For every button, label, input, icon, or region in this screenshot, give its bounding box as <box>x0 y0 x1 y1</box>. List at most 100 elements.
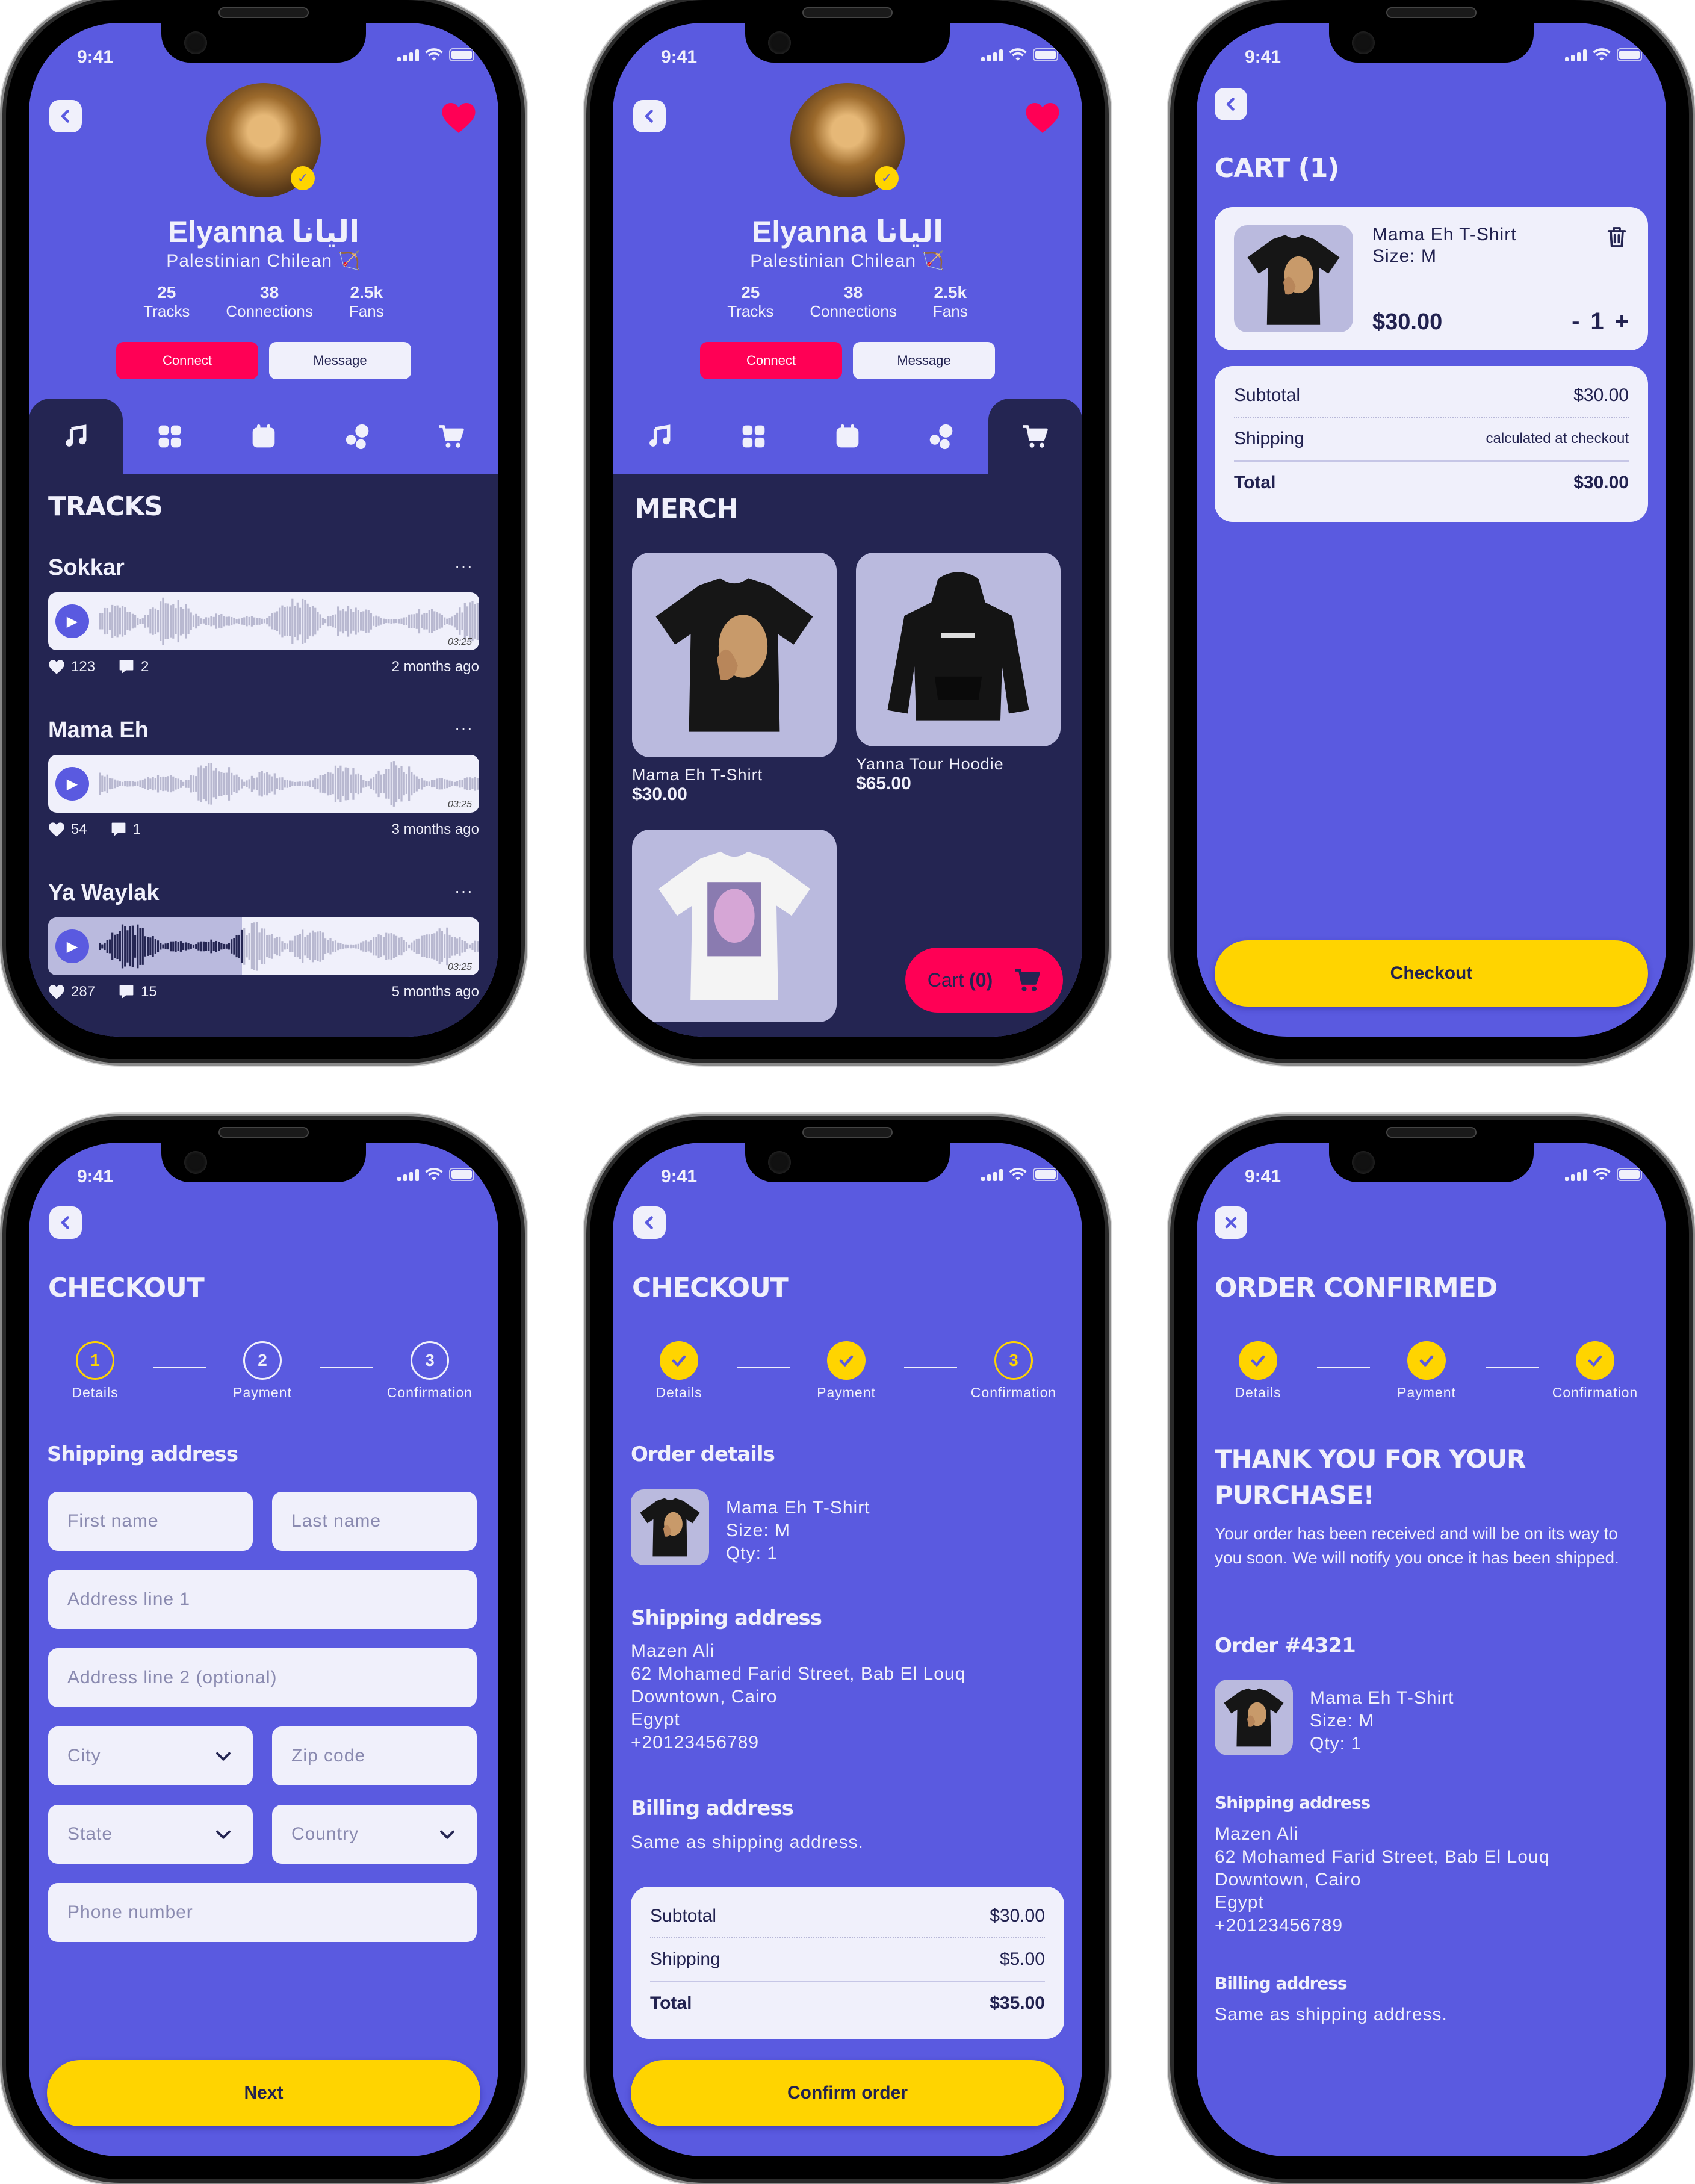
waveform-bar <box>365 940 367 952</box>
verified-badge-icon: ✓ <box>875 166 899 190</box>
waveform-bar <box>111 604 114 638</box>
merch-item[interactable]: Mama Eh T-Shirt $30.00 <box>632 553 837 805</box>
artist-location: Palestinian Chilean 🏹 <box>750 251 945 271</box>
play-button[interactable]: ▶ <box>55 767 89 801</box>
like-icon[interactable] <box>48 822 65 837</box>
merch-panel: MERCH Mama Eh T-Shirt $30.00 Yanna Tour … <box>613 474 1082 1037</box>
like-icon[interactable] <box>48 984 65 1000</box>
waveform-bar <box>459 607 461 635</box>
tab-tracks[interactable] <box>29 399 123 474</box>
waveform-bar <box>466 777 469 790</box>
merch-item[interactable]: Yanna Tour Hoodie $65.00 <box>856 553 1061 794</box>
back-button[interactable] <box>633 1206 666 1239</box>
increment-button[interactable]: + <box>1615 308 1629 335</box>
tab-community[interactable] <box>311 399 404 474</box>
waveform-bar <box>430 609 433 634</box>
wifi-icon <box>425 48 443 61</box>
tab-community[interactable] <box>894 399 988 474</box>
waveform-bar <box>302 598 304 644</box>
track-title: Sokkar <box>48 555 125 580</box>
state-select[interactable]: State <box>48 1805 253 1864</box>
message-button[interactable]: Message <box>853 342 995 379</box>
waveform-bar <box>451 616 453 626</box>
tab-events[interactable] <box>217 399 311 474</box>
back-button[interactable] <box>49 1206 82 1239</box>
waveform-bar <box>101 613 104 630</box>
comment-icon[interactable] <box>118 984 135 1000</box>
confirm-order-button[interactable]: Confirm order <box>631 2060 1064 2126</box>
merch-image <box>632 830 837 1022</box>
waveform-bar <box>405 942 408 951</box>
country-select[interactable]: Country <box>272 1805 477 1864</box>
cart-item-card: Mama Eh T-Shirt Size: M $30.00 - 1 + <box>1215 207 1648 350</box>
waveform-bar <box>167 603 169 639</box>
waveform-bar <box>385 932 388 960</box>
checkout-button[interactable]: Checkout <box>1215 940 1648 1007</box>
back-button[interactable] <box>1215 88 1247 120</box>
tab-tracks[interactable] <box>613 399 707 474</box>
waveform-bar <box>453 937 456 956</box>
tab-grid[interactable] <box>707 399 801 474</box>
back-button[interactable] <box>633 100 666 132</box>
city-select[interactable]: City <box>48 1726 253 1785</box>
waveform-bar <box>231 616 233 626</box>
next-button[interactable]: Next <box>47 2060 480 2126</box>
waveform-player[interactable]: ▶ 03:25 <box>48 592 479 650</box>
waveform-bar <box>200 765 202 802</box>
close-button[interactable] <box>1215 1206 1247 1239</box>
connect-button[interactable]: Connect <box>700 342 842 379</box>
speaker <box>1386 7 1477 18</box>
tab-events[interactable] <box>801 399 894 474</box>
heart-icon[interactable] <box>1024 101 1061 135</box>
play-button[interactable]: ▶ <box>55 929 89 963</box>
tab-merch[interactable] <box>988 399 1082 474</box>
connect-button[interactable]: Connect <box>116 342 258 379</box>
decrement-button[interactable]: - <box>1572 308 1579 335</box>
waveform-bar <box>367 781 370 787</box>
waveform-bar <box>304 781 306 786</box>
address-line-2-field[interactable]: Address line 2 (optional) <box>48 1648 477 1707</box>
trash-icon[interactable] <box>1605 225 1629 249</box>
waveform-bar <box>446 927 448 966</box>
waveform-bar <box>398 937 400 955</box>
tab-merch[interactable] <box>404 399 498 474</box>
more-dots-icon[interactable]: ··· <box>454 881 473 901</box>
more-dots-icon[interactable]: ··· <box>454 719 473 738</box>
track-title: Ya Waylak <box>48 880 160 905</box>
wifi-icon <box>425 1168 443 1181</box>
zip-code-field[interactable]: Zip code <box>272 1726 477 1785</box>
waveform-bar <box>137 781 139 786</box>
waveform-bar <box>108 939 111 954</box>
waveform-bar <box>428 781 430 786</box>
comment-icon[interactable] <box>110 821 127 838</box>
tab-grid[interactable] <box>123 399 217 474</box>
waveform-bar <box>281 605 284 638</box>
waveform-bar <box>438 613 441 629</box>
order-item-size: Size: M <box>1310 1711 1375 1731</box>
merch-price: $30.00 <box>632 784 687 804</box>
waveform-bar <box>304 600 306 643</box>
last-name-field[interactable]: Last name <box>272 1492 477 1551</box>
track-item: Mama Eh ··· ▶ 03:25 54 1 3 months ago <box>48 718 479 837</box>
message-button[interactable]: Message <box>269 342 411 379</box>
heart-icon[interactable] <box>441 101 477 135</box>
waveform-bar <box>190 612 192 630</box>
waveform-bar <box>266 772 268 796</box>
waveform-player[interactable]: ▶ 03:25 <box>48 917 479 975</box>
play-button[interactable]: ▶ <box>55 604 89 638</box>
more-dots-icon[interactable]: ··· <box>454 556 473 575</box>
waveform-bar <box>169 775 172 793</box>
waveform-bar <box>231 772 233 795</box>
comment-icon[interactable] <box>118 659 135 675</box>
address-line-1-field[interactable]: Address line 1 <box>48 1570 477 1629</box>
like-icon[interactable] <box>48 659 65 675</box>
first-name-field[interactable]: First name <box>48 1492 253 1551</box>
waveform-player[interactable]: ▶ 03:25 <box>48 755 479 813</box>
merch-item[interactable] <box>632 830 837 1022</box>
waveform-bar <box>469 944 471 949</box>
screen-order-confirmed: 9:41 ORDER CONFIRMED Details Payment Con… <box>1197 1143 1666 2156</box>
waveform-bar <box>154 608 156 634</box>
back-button[interactable] <box>49 100 82 132</box>
phone-number-field[interactable]: Phone number <box>48 1883 477 1942</box>
cart-button[interactable]: Cart (0) <box>905 948 1063 1013</box>
